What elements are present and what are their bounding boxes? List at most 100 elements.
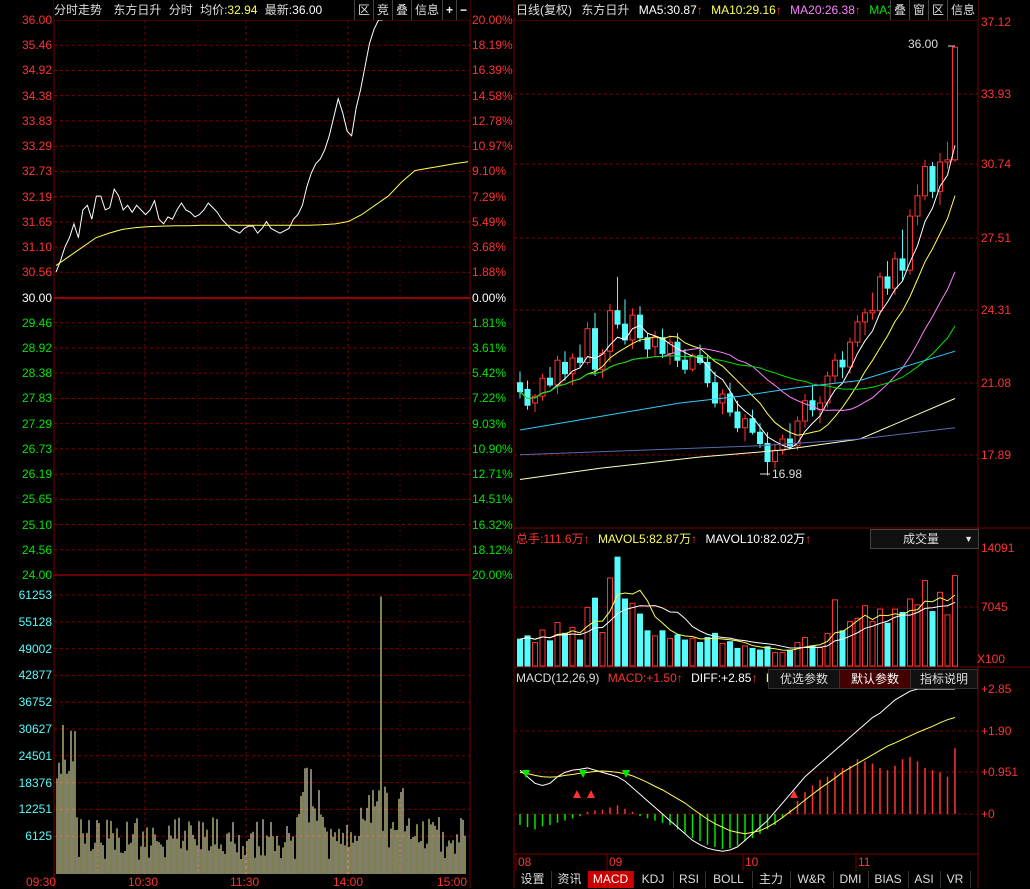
daily-candle-body — [577, 357, 583, 363]
bottom-tab-rsi[interactable]: RSI — [673, 871, 706, 888]
default-params-button[interactable]: 默认参数 — [839, 669, 911, 689]
intraday-percent-tick: 9.03% — [472, 416, 507, 431]
daily-candle-body — [809, 400, 816, 411]
daily-candle-body — [944, 159, 951, 163]
last-price-value: 36.00 — [292, 3, 323, 17]
intraday-price-tick: 28.38 — [21, 366, 52, 381]
ma5-label: MA5: — [638, 3, 667, 17]
intraday-price-tick: 32.19 — [21, 189, 52, 204]
intraday-volume-tick: 42877 — [18, 668, 52, 683]
volume-bar — [674, 634, 681, 667]
intraday-percent-tick: 18.19% — [472, 38, 513, 53]
volume-bar — [944, 614, 951, 667]
volume-bar — [532, 642, 538, 667]
intraday-price-tick: 34.92 — [21, 63, 52, 78]
auction-button[interactable]: 竞 — [372, 0, 392, 20]
daily-candle-body — [562, 361, 568, 375]
volume-bar — [779, 652, 786, 667]
region-button[interactable]: 区 — [353, 0, 373, 20]
daily-window-button[interactable]: 窗 — [909, 0, 928, 20]
volume-bar — [869, 621, 876, 667]
buy-signal-arrow-icon — [573, 790, 581, 798]
volume-bar — [637, 613, 643, 667]
zoom-in-icon[interactable]: + — [441, 0, 456, 20]
daily-price-tick: 30.74 — [981, 157, 1012, 171]
volume-bar — [952, 575, 958, 667]
daily-region-button[interactable]: 区 — [928, 0, 947, 20]
daily-candle-body — [869, 310, 876, 314]
mavol5-label: MAVOL5: — [597, 532, 650, 546]
intraday-time-tick: 11:30 — [230, 875, 260, 889]
daily-candle-body — [614, 310, 621, 325]
month-tick: 08 — [518, 855, 532, 869]
intraday-percent-tick: 14.58% — [472, 88, 513, 103]
ma20-value: 26.38 — [824, 3, 855, 17]
volume-bar — [749, 647, 756, 667]
ma10-label: MA10: — [711, 3, 746, 17]
optimal-params-button[interactable]: 优选参数 — [768, 669, 840, 689]
intraday-volume-tick: 61253 — [18, 588, 52, 602]
volume-bar — [539, 629, 546, 667]
bottom-tab-[interactable]: 主力 — [752, 871, 791, 888]
intraday-mode: 分时 — [168, 3, 193, 17]
intraday-price-tick: 30.56 — [21, 265, 52, 280]
bottom-tab-[interactable]: 资讯 — [551, 871, 589, 888]
volume-bar — [614, 556, 621, 667]
volume-bar — [734, 647, 741, 667]
intraday-price-tick: 35.46 — [21, 38, 52, 53]
intraday-price-tick: 25.10 — [21, 517, 52, 532]
bottom-tab-bias[interactable]: BIAS — [868, 871, 909, 888]
volume-bar — [817, 647, 823, 667]
intraday-percent-tick: 10.97% — [472, 139, 513, 154]
intraday-price-tick: 24.56 — [21, 542, 52, 557]
volume-bar — [517, 638, 523, 667]
daily-high-label: 36.00 — [908, 37, 939, 51]
daily-title: 日线(复权) — [516, 3, 572, 17]
buy-signal-arrow-icon — [587, 790, 595, 798]
macd-params: MACD(12,26,9) — [516, 671, 600, 685]
daily-candle-body — [712, 382, 718, 404]
bottom-tab-vr[interactable]: VR — [940, 871, 971, 888]
bottom-tab-[interactable]: 设置 — [514, 871, 552, 888]
intraday-price-tick: 26.19 — [21, 467, 52, 482]
zoom-out-icon[interactable]: − — [455, 0, 470, 20]
indicator-help-button[interactable]: 指标说明 — [910, 669, 978, 689]
overlay-button[interactable]: 叠 — [391, 0, 411, 20]
daily-candle-body — [929, 166, 936, 192]
intraday-stock-name: 东方日升 — [113, 3, 162, 17]
intraday-percent-tick: 5.42% — [472, 366, 507, 381]
optimal-params-label: 优选参数 — [779, 672, 828, 686]
volume-bar — [592, 597, 598, 667]
daily-toolbar: 叠窗区信息 — [890, 0, 978, 20]
volume-indicator-select[interactable]: 成交量 ▼ — [870, 529, 979, 549]
daily-low-label: 16.98 — [772, 467, 803, 481]
bottom-tab-boll[interactable]: BOLL — [705, 871, 753, 888]
volume-bar — [524, 635, 531, 667]
default-params-label: 默认参数 — [850, 672, 899, 686]
volume-bar — [854, 617, 861, 667]
volume-bar — [914, 604, 921, 667]
avg-price-value: 32.94 — [227, 3, 258, 17]
daily-price-tick: 33.93 — [981, 87, 1012, 101]
volume-bar — [659, 630, 666, 667]
intraday-price-tick: 25.65 — [21, 492, 52, 507]
daily-info-button[interactable]: 信息 — [947, 0, 978, 20]
bottom-tab-macd[interactable]: MACD — [588, 871, 634, 888]
daily-overlay-button[interactable]: 叠 — [890, 0, 909, 20]
intraday-price-tick: 27.29 — [21, 416, 52, 431]
volume-bar — [907, 598, 913, 667]
month-tick: 11 — [858, 855, 871, 869]
volume-bar — [629, 602, 636, 667]
bottom-tab-dmi[interactable]: DMI — [833, 871, 869, 888]
daily-candle-body — [892, 258, 898, 289]
bottom-tab-kdj[interactable]: KDJ — [633, 871, 674, 888]
volume-tick: 14091 — [981, 541, 1015, 555]
daily-candle-body — [772, 449, 778, 463]
volume-bar — [562, 632, 568, 667]
intraday-percent-tick: 18.12% — [472, 542, 513, 557]
bottom-tab-wr[interactable]: W&R — [790, 871, 834, 888]
bottom-tab-asi[interactable]: ASI — [908, 871, 941, 888]
volume-bar — [689, 637, 696, 667]
info-button[interactable]: 信息 — [410, 0, 442, 20]
intraday-percent-tick: 20.00% — [472, 13, 513, 27]
